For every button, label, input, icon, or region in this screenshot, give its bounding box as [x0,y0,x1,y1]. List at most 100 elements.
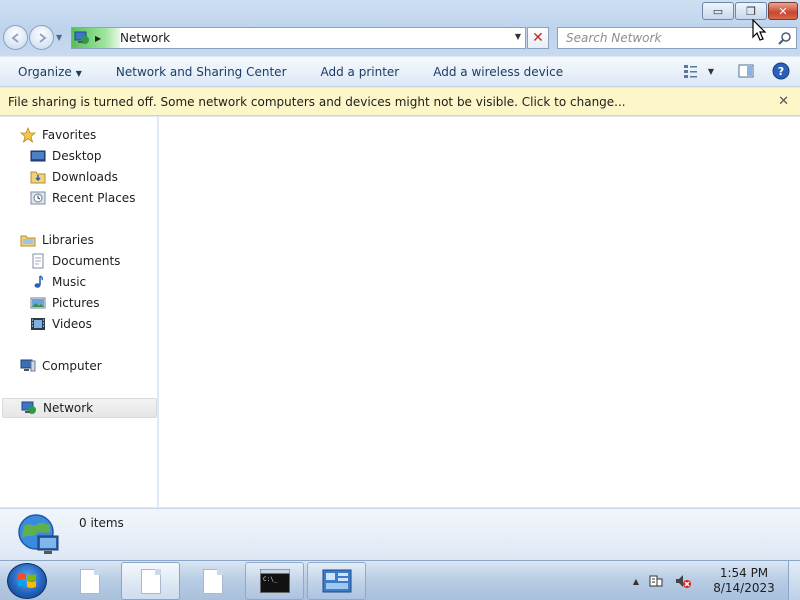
sidebar-item-downloads[interactable]: Downloads [30,167,118,187]
taskbar-document-1[interactable] [60,562,119,600]
help-button[interactable]: ? [772,62,790,80]
close-icon: ✕ [532,30,544,46]
infobar-message: File sharing is turned off. Some network… [8,94,626,109]
file-sharing-infobar[interactable]: File sharing is turned off. Some network… [0,88,800,116]
sidebar-item-label: Videos [52,317,92,331]
organize-label: Organize [18,64,72,79]
sidebar-item-documents[interactable]: Documents [30,251,120,271]
change-view-button[interactable]: ▼ [683,63,714,79]
libraries-icon [20,232,36,248]
clock-date: 8/14/2023 [713,581,775,595]
sidebar-item-label: Pictures [52,296,100,310]
recent-places-icon [30,190,46,206]
breadcrumb-network[interactable]: Network [80,31,170,45]
sidebar-item-label: Desktop [52,149,102,163]
notification-area: ▲ 1:54 PM 8/14/2023 [633,561,800,600]
taskbar-document-3[interactable] [183,562,242,600]
add-printer-label: Add a printer [320,64,400,79]
sidebar-item-label: Favorites [42,128,97,142]
sidebar-item-videos[interactable]: Videos [30,314,92,334]
mouse-cursor-icon [752,19,767,41]
pictures-icon [30,295,46,311]
show-desktop-button[interactable] [788,561,800,600]
chevron-down-icon[interactable]: ▼ [708,67,714,76]
sidebar-item-libraries[interactable]: Libraries [20,230,94,250]
taskbar: C:\_ ▲ 1:54 PM 8/14/2023 [0,560,800,600]
sidebar-item-label: Recent Places [52,191,136,205]
start-button[interactable] [7,563,47,599]
sidebar-item-label: Music [52,275,87,289]
windows-logo-icon [18,573,36,588]
command-bar: Organize ▼ Network and Sharing Center Add… [0,57,800,87]
search-icon[interactable] [778,31,792,45]
minimize-icon: ▭ [712,4,724,18]
sidebar-item-label: Network [43,401,94,415]
taskbar-command-prompt[interactable]: C:\_ [245,562,304,600]
close-button[interactable]: ✕ [768,2,798,20]
downloads-folder-icon [30,169,46,185]
sidebar-item-computer[interactable]: Computer [20,356,102,376]
preview-pane-button[interactable] [738,63,754,79]
chevron-down-icon: ▼ [75,68,82,78]
volume-muted-icon[interactable] [674,573,692,589]
sidebar-item-favorites[interactable]: Favorites [20,125,96,145]
back-button[interactable] [3,25,28,50]
desktop-icon [30,148,46,164]
clock-time: 1:54 PM [719,566,769,580]
address-dropdown-icon[interactable]: ▼ [515,32,521,41]
window-titlebar: ▭ ❐ ✕ ▼ ▶ Network ▼ ✕ Search Network [0,0,800,56]
action-center-icon[interactable] [648,573,664,589]
stop-loading-button[interactable]: ✕ [527,27,549,49]
network-globe-icon [18,514,59,554]
sidebar-item-label: Downloads [52,170,118,184]
document-icon [140,568,161,594]
taskbar-control-panel[interactable] [307,562,366,600]
navigation-pane: Favorites Desktop Downloads Recent Place… [0,117,158,507]
command-bar-tools: ▼ ? [669,62,790,80]
file-list-area[interactable] [159,117,800,507]
view-options-icon [683,65,697,78]
videos-icon [30,316,46,332]
documents-icon [30,253,46,269]
system-clock[interactable]: 1:54 PM 8/14/2023 [700,566,788,596]
back-arrow-icon [10,32,19,43]
minimize-button[interactable]: ▭ [702,2,734,20]
star-icon [20,127,36,143]
svg-text:?: ? [778,65,784,78]
taskbar-document-2[interactable] [121,562,180,600]
organize-button[interactable]: Organize ▼ [0,65,98,79]
sidebar-item-network[interactable]: Network [2,398,157,418]
details-pane: 0 items [0,508,800,560]
navigation-buttons: ▼ [3,25,66,50]
network-sharing-center-label: Network and Sharing Center [115,64,287,79]
forward-button[interactable] [29,25,54,50]
close-icon[interactable]: ✕ [778,94,789,109]
search-placeholder: Search Network [566,31,662,45]
sidebar-item-desktop[interactable]: Desktop [30,146,102,166]
show-hidden-icons-button[interactable]: ▲ [633,577,639,586]
sidebar-item-recent-places[interactable]: Recent Places [30,188,135,208]
item-count: 0 items [79,516,124,530]
recent-pages-dropdown[interactable]: ▼ [56,33,66,42]
add-wireless-device-label: Add a wireless device [433,64,564,79]
network-icon [21,400,37,416]
help-icon: ? [772,62,790,80]
forward-arrow-icon [38,32,47,43]
preview-pane-icon [738,64,754,78]
address-bar[interactable]: ▶ Network ▼ [71,27,526,49]
document-icon [202,568,223,594]
restore-button[interactable]: ❐ [735,2,767,20]
sidebar-item-label: Computer [42,359,102,373]
command-prompt-icon: C:\_ [259,569,290,593]
window-controls: ▭ ❐ ✕ [701,2,798,20]
document-icon [79,568,100,594]
sidebar-item-label: Libraries [42,233,94,247]
add-wireless-device-button[interactable]: Add a wireless device [415,65,579,79]
restore-icon: ❐ [746,4,756,18]
network-sharing-center-button[interactable]: Network and Sharing Center [98,65,303,79]
computer-icon [20,358,36,374]
sidebar-item-pictures[interactable]: Pictures [30,293,100,313]
add-printer-button[interactable]: Add a printer [303,65,416,79]
sidebar-item-music[interactable]: Music [30,272,86,292]
close-icon: ✕ [778,4,788,18]
